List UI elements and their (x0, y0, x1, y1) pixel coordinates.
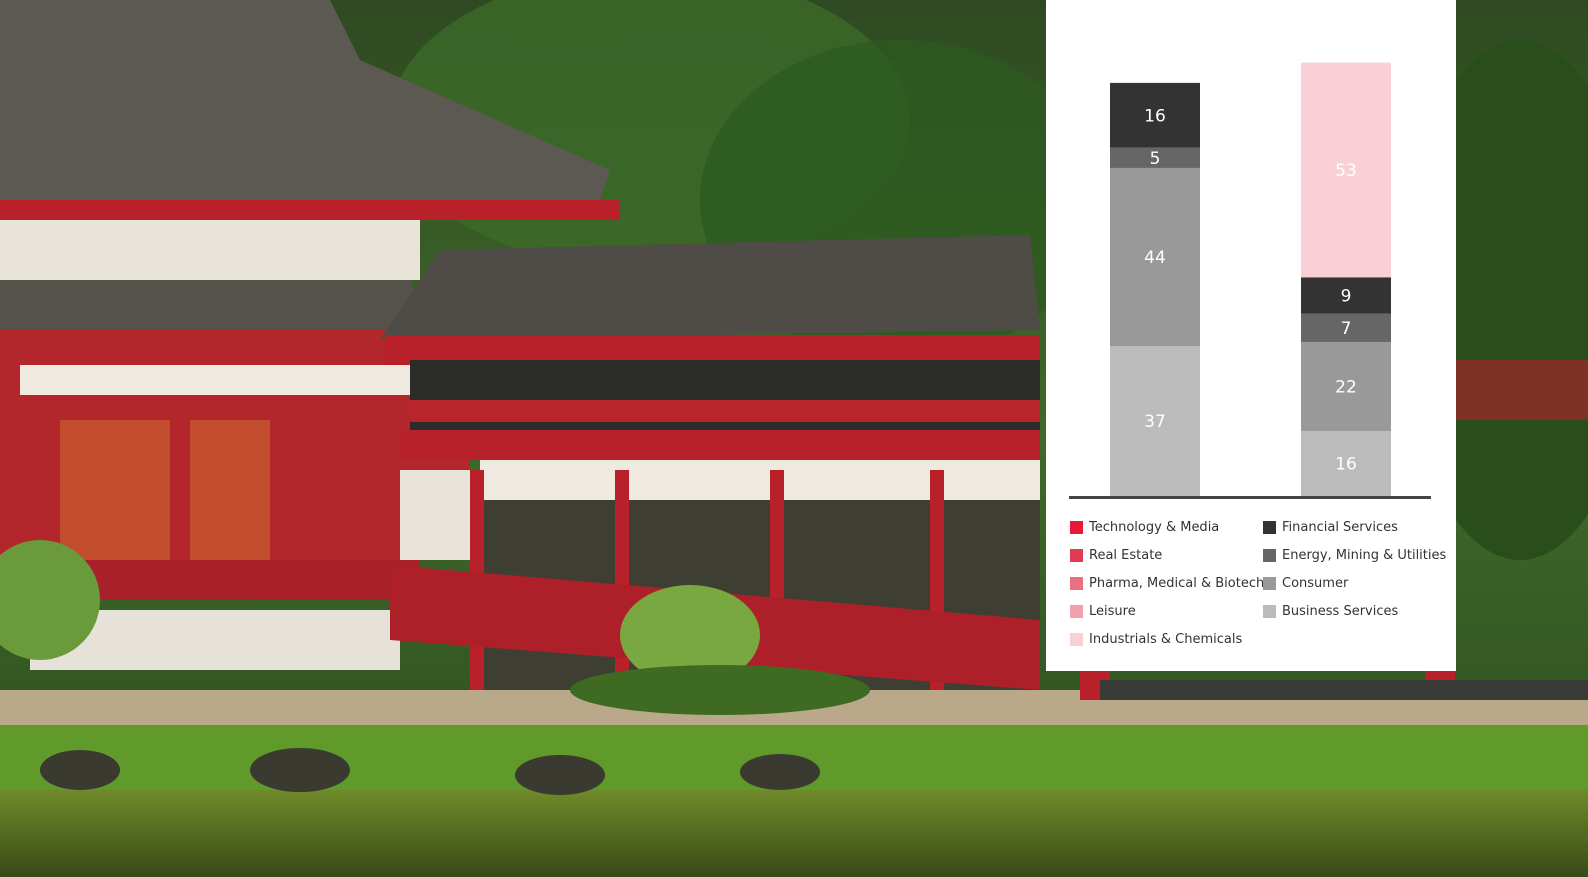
bar-value-label: 16 (1144, 106, 1166, 126)
bar-value-label: 44 (1144, 248, 1166, 268)
legend-label: Industrials & Chemicals (1089, 632, 1243, 647)
legend-label: Energy, Mining & Utilities (1282, 548, 1447, 563)
bar-value-label: 53 (1335, 161, 1357, 181)
legend-swatch (1070, 577, 1083, 590)
legend-item: Pharma, Medical & Biotech (1070, 576, 1264, 591)
legend-item: Consumer (1263, 576, 1348, 591)
bar-value-label: 22 (1335, 378, 1357, 398)
legend-label: Real Estate (1089, 548, 1163, 563)
legend-item: Business Services (1263, 604, 1398, 619)
legend-item: Leisure (1070, 604, 1136, 619)
legend-swatch (1263, 521, 1276, 534)
legend-swatch (1070, 521, 1083, 534)
legend-label: Consumer (1282, 576, 1349, 591)
bar-value-label: 9 (1341, 287, 1352, 307)
chart-legend: Technology & Media Real Estate Pharma, Med… (1070, 520, 1450, 660)
bar-value-label: 16 (1335, 455, 1357, 475)
bar-value-label: 7 (1341, 319, 1352, 339)
legend-item: Technology & Media (1070, 520, 1219, 535)
bar-value-label: 5 (1150, 149, 1161, 169)
legend-label: Business Services (1282, 604, 1399, 619)
legend-swatch (1263, 549, 1276, 562)
legend-swatch (1070, 605, 1083, 618)
legend-item: Real Estate (1070, 548, 1162, 563)
legend-swatch (1263, 577, 1276, 590)
legend-swatch (1070, 633, 1083, 646)
legend-label: Pharma, Medical & Biotech (1089, 576, 1265, 591)
bar-value-label: 37 (1144, 412, 1166, 432)
legend-label: Financial Services (1282, 520, 1398, 535)
legend-item: Energy, Mining & Utilities (1263, 548, 1446, 563)
legend-swatch (1070, 549, 1083, 562)
legend-swatch (1263, 605, 1276, 618)
legend-label: Leisure (1089, 604, 1136, 619)
legend-item: Financial Services (1263, 520, 1398, 535)
legend-item: Industrials & Chemicals (1070, 632, 1242, 647)
legend-label: Technology & Media (1089, 520, 1220, 535)
